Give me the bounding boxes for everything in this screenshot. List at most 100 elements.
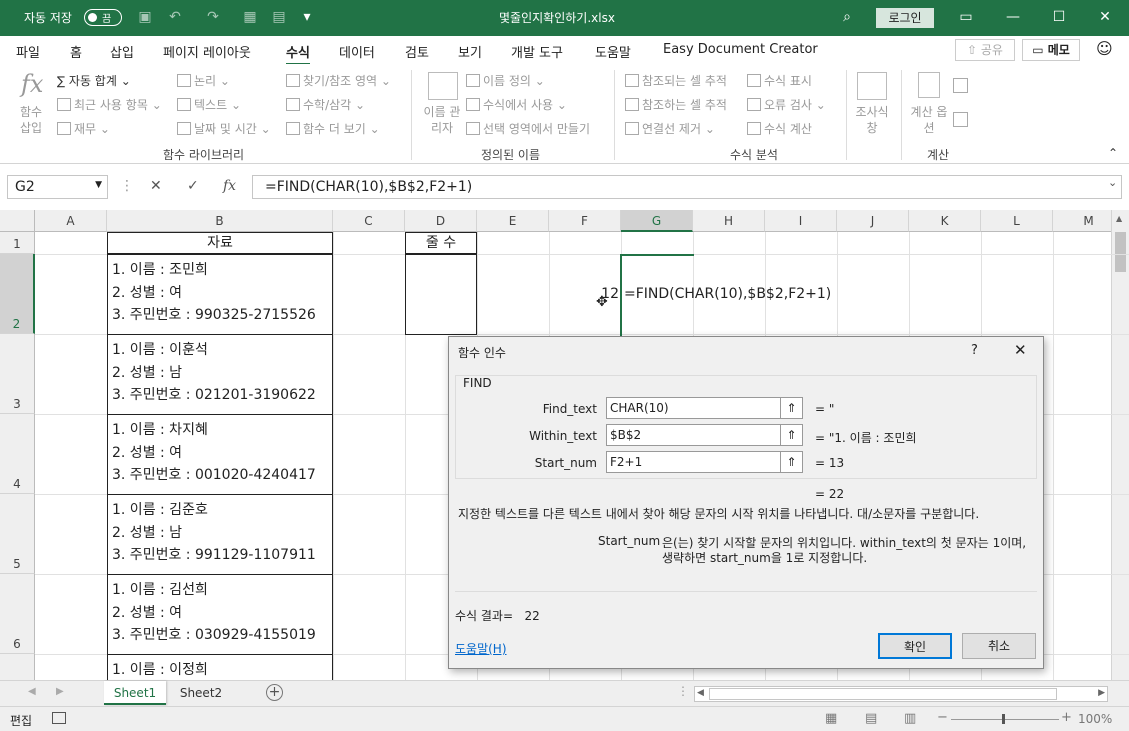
collapse-ribbon-icon[interactable]: ⌃	[1108, 146, 1118, 160]
cell-b5[interactable]: 1. 이름 : 김준호 2. 성별 : 남 3. 주민번호 : 991129-1…	[107, 494, 333, 575]
text-functions-button[interactable]: 텍스트 ⌄	[177, 96, 241, 113]
row-header-5[interactable]: 5	[0, 494, 35, 574]
col-header-j[interactable]: J	[837, 210, 909, 232]
memo-button[interactable]: ▭ 메모	[1022, 39, 1080, 61]
more-functions-button[interactable]: 함수 더 보기 ⌄	[286, 120, 380, 137]
name-manager-button[interactable]: 이름 관리자	[422, 104, 462, 136]
col-header-d[interactable]: D	[405, 210, 477, 232]
customize-qat-icon[interactable]: ▾	[298, 8, 316, 26]
trace-precedents-button[interactable]: 참조되는 셀 추적	[625, 72, 727, 89]
share-button[interactable]: ⇧ 공유	[955, 39, 1015, 61]
maximize-icon[interactable]: ☐	[1050, 8, 1068, 26]
next-sheet-icon[interactable]: ▶	[56, 686, 64, 697]
row-header-3[interactable]: 3	[0, 334, 35, 414]
remove-arrows-button[interactable]: 연결선 제거 ⌄	[625, 120, 715, 137]
help-link[interactable]: 도움말(H)	[455, 640, 507, 657]
insert-function-fx-icon[interactable]: fx	[223, 178, 236, 194]
collapse-dialog-icon[interactable]: ⇑	[780, 398, 802, 418]
autosave-toggle[interactable]: 끔	[84, 9, 122, 26]
col-header-e[interactable]: E	[477, 210, 549, 232]
name-box[interactable]: G2 ▼	[7, 175, 108, 199]
col-header-a[interactable]: A	[35, 210, 107, 232]
vertical-scrollbar[interactable]: ▲	[1111, 210, 1129, 680]
tab-insert[interactable]: 삽입	[110, 42, 134, 61]
row-header-6[interactable]: 6	[0, 574, 35, 654]
calc-sheet-icon[interactable]	[953, 112, 968, 127]
select-all-corner[interactable]	[0, 210, 35, 232]
math-button[interactable]: 수학/삼각 ⌄	[286, 96, 365, 113]
define-name-button[interactable]: 이름 정의 ⌄	[466, 72, 545, 89]
row-header-4[interactable]: 4	[0, 414, 35, 494]
border-icon[interactable]: ▦	[241, 8, 259, 26]
within-text-input[interactable]: $B$2 ⇑	[606, 424, 803, 446]
sheet-tab-sheet2[interactable]: Sheet2	[168, 681, 234, 705]
start-num-input[interactable]: F2+1 ⇑	[606, 451, 803, 473]
use-in-formula-button[interactable]: 수식에서 사용 ⌄	[466, 96, 567, 113]
macro-record-icon[interactable]	[52, 712, 66, 724]
tab-view[interactable]: 보기	[458, 42, 482, 61]
cell-b3[interactable]: 1. 이름 : 이훈석 2. 성별 : 남 3. 주민번호 : 021201-3…	[107, 334, 333, 415]
tab-help[interactable]: 도움말	[595, 42, 631, 61]
cancel-button[interactable]: 취소	[962, 633, 1036, 659]
cell-d1[interactable]: 줄 수	[405, 232, 477, 254]
col-header-f[interactable]: F	[549, 210, 621, 232]
search-icon[interactable]: ⌕	[838, 8, 856, 26]
h-scroll-thumb[interactable]	[709, 688, 1057, 700]
cell-b6[interactable]: 1. 이름 : 김선희 2. 성별 : 여 3. 주민번호 : 030929-4…	[107, 574, 333, 655]
col-header-g[interactable]: G	[621, 210, 693, 232]
cell-b7[interactable]: 1. 이름 : 이정희	[107, 654, 333, 680]
logical-button[interactable]: 논리 ⌄	[177, 72, 230, 89]
col-header-k[interactable]: K	[909, 210, 981, 232]
tab-formulas[interactable]: 수식	[286, 42, 310, 66]
cell-b2[interactable]: 1. 이름 : 조민희 2. 성별 : 여 3. 주민번호 : 990325-2…	[107, 254, 333, 335]
error-checking-button[interactable]: 오류 검사 ⌄	[747, 96, 826, 113]
save-icon[interactable]: ▣	[136, 8, 154, 26]
tab-file[interactable]: 파일	[16, 42, 40, 61]
insert-function-button[interactable]: 함수 삽입	[16, 104, 46, 136]
normal-view-icon[interactable]: ▦	[825, 711, 837, 726]
scroll-thumb[interactable]	[1115, 232, 1126, 272]
sheet-tab-sheet1[interactable]: Sheet1	[104, 681, 166, 705]
scroll-left-icon[interactable]: ◀	[697, 688, 704, 698]
row-header-2[interactable]: 2	[0, 254, 35, 334]
zoom-slider-thumb[interactable]	[1002, 714, 1005, 724]
expand-formula-icon[interactable]: ⌄	[1108, 176, 1122, 189]
calc-now-icon[interactable]	[953, 78, 968, 93]
col-header-c[interactable]: C	[333, 210, 405, 232]
scroll-right-icon[interactable]: ▶	[1098, 688, 1105, 698]
add-sheet-icon[interactable]: +	[266, 684, 283, 701]
dialog-close-icon[interactable]: ✕	[1014, 341, 1027, 359]
autosum-button[interactable]: ∑ 자동 합계 ⌄	[57, 72, 131, 89]
row-header-1[interactable]: 1	[0, 232, 35, 254]
recent-functions-button[interactable]: 최근 사용 항목 ⌄	[57, 96, 162, 113]
smiley-icon[interactable]: ☺	[1096, 39, 1113, 58]
calc-options-button[interactable]: 계산 옵션	[909, 104, 949, 136]
collapse-dialog-icon[interactable]: ⇑	[780, 425, 802, 445]
evaluate-formula-button[interactable]: 수식 계산	[747, 120, 812, 137]
col-header-h[interactable]: H	[693, 210, 765, 232]
tab-easy-document-creator[interactable]: Easy Document Creator	[663, 42, 818, 57]
prev-sheet-icon[interactable]: ◀	[28, 686, 36, 697]
login-button[interactable]: 로그인	[876, 8, 934, 28]
col-header-l[interactable]: L	[981, 210, 1053, 232]
tab-home[interactable]: 홈	[70, 42, 82, 61]
close-icon[interactable]: ✕	[1096, 8, 1114, 26]
lookup-button[interactable]: 찾기/참조 영역 ⌄	[286, 72, 391, 89]
collapse-dialog-icon[interactable]: ⇑	[780, 452, 802, 472]
tab-review[interactable]: 검토	[405, 42, 429, 61]
cell-f2[interactable]: 12	[549, 254, 621, 334]
form-icon[interactable]: ▤	[270, 8, 288, 26]
undo-icon[interactable]: ↶	[166, 8, 184, 26]
tab-page-layout[interactable]: 페이지 레이아웃	[163, 42, 251, 61]
find-text-input[interactable]: CHAR(10) ⇑	[606, 397, 803, 419]
financial-button[interactable]: 재무 ⌄	[57, 120, 110, 137]
ok-button[interactable]: 확인	[878, 633, 952, 659]
page-break-view-icon[interactable]: ▥	[904, 711, 916, 726]
formula-input[interactable]: =FIND(CHAR(10),$B$2,F2+1) ⌄	[252, 175, 1122, 199]
cell-b4[interactable]: 1. 이름 : 차지혜 2. 성별 : 여 3. 주민번호 : 001020-4…	[107, 414, 333, 495]
horizontal-scrollbar[interactable]: ◀ ▶	[694, 686, 1108, 702]
tab-data[interactable]: 데이터	[339, 42, 375, 61]
watch-window-button[interactable]: 조사식 창	[851, 104, 893, 136]
datetime-button[interactable]: 날짜 및 시간 ⌄	[177, 120, 271, 137]
cancel-icon[interactable]: ✕	[150, 178, 162, 194]
